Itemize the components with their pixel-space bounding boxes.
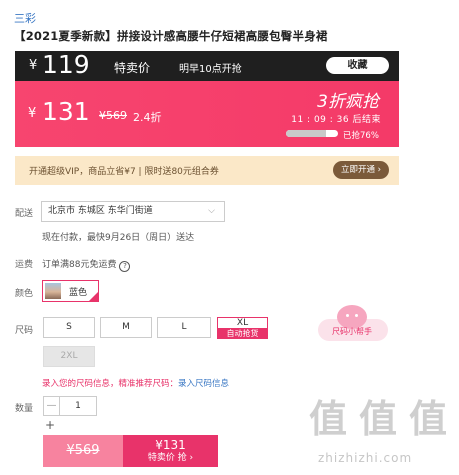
quantity-stepper[interactable]: — 1 [43,396,97,416]
presale-price: 119 [42,50,90,79]
delivery-label: 配送 [15,209,34,219]
discount-rate: 2.4折 [133,111,162,124]
color-name: 蓝色 [69,288,88,298]
flash-badge: 3折疯抢 [317,92,379,112]
flash-buy-button[interactable]: ¥131 特卖价 抢 › [123,435,218,467]
quantity-minus-button[interactable]: — [44,397,60,415]
original-price-button[interactable]: ¥569 [43,435,123,467]
size-helper-label: 尺码小帮手 [332,327,372,336]
watermark-glyph: 值 [358,397,397,441]
help-icon[interactable]: ? [119,261,131,272]
color-label: 颜色 [15,289,34,299]
shipping-text: 订单满88元免运费 [42,260,117,270]
vip-text: 开通超级VIP，商品立省¥7 | 限时送80元组合券 [29,167,219,177]
sold-progress-fill [286,130,326,137]
size-option-l[interactable]: L [157,317,211,338]
countdown-timer: 11 : 09 : 36 后结束 [291,112,381,125]
countdown-value: 11 : 09 : 36 [291,115,350,125]
quantity-value[interactable]: 1 [60,397,96,415]
size-warning: 录入您的尺码信息，精准推荐尺码：录入尺码信息 [42,377,229,389]
watermark-url: zhizhizhi.com [318,451,413,465]
vip-open-button[interactable]: 立即开通 › [333,161,389,179]
product-title: 【2021夏季新款】拼接设计感高腰牛仔短裙高腰包臀半身裙 [14,29,328,43]
size-label: 尺码 [15,326,34,336]
watermark-glyph: 值 [308,397,347,441]
chevron-down-icon: ⌵ [208,206,215,216]
sold-percent-label: 已抢76% [343,131,379,141]
presale-start-time: 明早10点开抢 [179,64,242,75]
flash-buy-price: ¥131 [155,438,186,452]
flash-currency: ¥ [28,106,37,121]
shipping-label: 运费 [15,260,34,270]
size-helper-button[interactable]: 尺码小帮手 [318,305,390,343]
original-price: ¥569 [99,109,127,122]
watermark-glyph: 值 [408,397,447,441]
quantity-label: 数量 [15,404,34,414]
presale-tag: 特卖价 [114,61,151,75]
color-option-selected[interactable]: 蓝色 [42,280,99,302]
countdown-suffix: 后结束 [352,115,381,125]
watermark-logo: 值 值 值 [306,394,456,448]
collect-button[interactable]: 收藏 [326,57,389,74]
size-option-s[interactable]: S [43,317,95,338]
address-value: 北京市 东城区 东华门街道 [48,206,153,216]
auto-grab-tag[interactable]: 自动抢货 [217,328,268,339]
size-option-m[interactable]: M [100,317,152,338]
presale-currency: ¥ [29,58,38,73]
address-select[interactable]: 北京市 东城区 东华门街道 ⌵ [41,201,225,222]
flash-buy-label: 特卖价 抢 › [147,453,194,463]
size-option-2xl: 2XL [43,346,95,367]
size-warning-text: 录入您的尺码信息，精准推荐尺码： [42,379,179,389]
presale-price-bar: ¥ 119 特卖价 明早10点开抢 收藏 [15,50,399,81]
color-thumbnail [45,283,61,299]
brand-name[interactable]: 三彩 [14,10,36,26]
enter-size-link[interactable]: 录入尺码信息 [178,379,229,389]
flash-price: 131 [42,97,90,126]
flash-sale-bar: ¥ 131 ¥569 2.4折 3折疯抢 11 : 09 : 36 后结束 已抢… [15,81,399,147]
shipping-info: 订单满88元免运费? [42,257,131,272]
quantity-plus-button[interactable]: + [45,418,55,432]
delivery-eta: 现在付款，最快9月26日（周日）送达 [42,233,195,243]
selected-check-icon [89,292,98,301]
vip-banner[interactable]: 开通超级VIP，商品立省¥7 | 限时送80元组合券 立即开通 › [15,156,399,185]
sold-progress-bar [286,130,338,137]
